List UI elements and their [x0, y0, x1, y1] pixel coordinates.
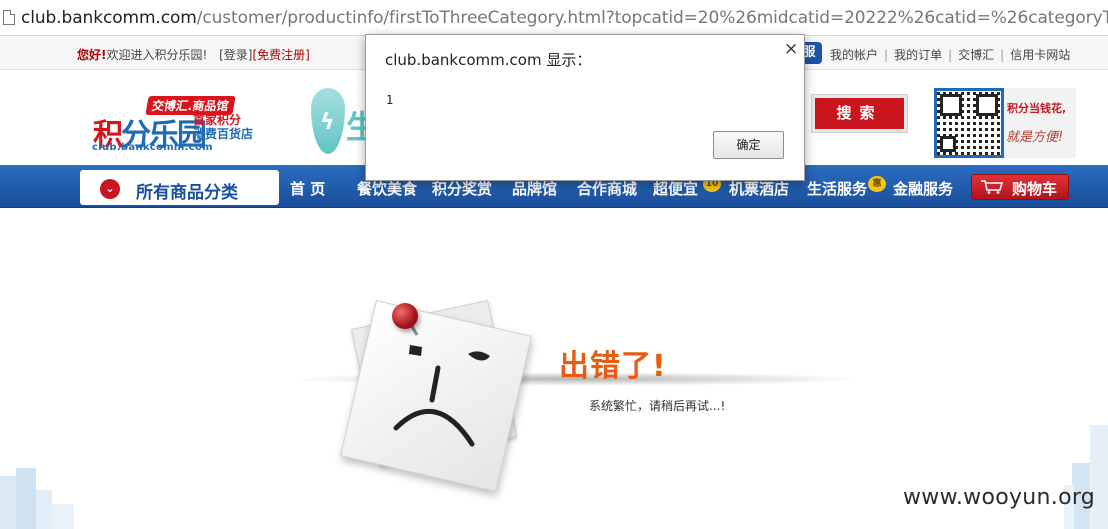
watermark: www.wooyun.org: [903, 485, 1096, 510]
logo-slogan: 首家积分 消费百货店: [193, 113, 254, 141]
divider: |: [1000, 48, 1005, 62]
jiaobohui-link[interactable]: 交博汇: [958, 48, 994, 62]
close-icon[interactable]: ×: [784, 41, 798, 58]
skyline-decoration-left: [0, 468, 74, 529]
my-orders-link[interactable]: 我的订单: [894, 48, 942, 62]
all-categories-label: 所有商品分类: [136, 183, 238, 203]
qr-code-icon: [934, 88, 1004, 158]
ok-button[interactable]: 确定: [713, 131, 784, 159]
error-title: 出错了!: [559, 349, 667, 384]
shopping-cart-icon: [981, 180, 1003, 194]
greeting-text: 欢迎进入积分乐园!: [106, 48, 208, 62]
promo-line-2: 就是方便!: [1006, 130, 1064, 145]
search-button[interactable]: 搜索: [811, 94, 908, 133]
push-pin-icon: [392, 303, 418, 329]
cart-button[interactable]: 购物车: [971, 174, 1069, 200]
register-link[interactable]: [免费注册]: [253, 48, 310, 62]
nav-flights-hotels[interactable]: 机票酒店: [729, 178, 789, 199]
url-path: /customer/productinfo/firstToThreeCatego…: [196, 7, 1108, 28]
nav-brands[interactable]: 品牌馆: [512, 178, 557, 199]
credit-card-site-link[interactable]: 信用卡网站: [1010, 48, 1070, 62]
nav-financial-services[interactable]: 金融服务: [893, 178, 953, 199]
promo-banner[interactable]: 积分当钱花, 就是方便!: [1004, 88, 1076, 158]
my-account-link[interactable]: 我的帐户: [830, 48, 878, 62]
dialog-title: club.bankcomm.com 显示：: [385, 51, 592, 69]
address-bar[interactable]: club.bankcomm.com/customer/productinfo/f…: [0, 0, 1108, 36]
divider: |: [948, 48, 953, 62]
greeting-hi: 您好!: [77, 48, 107, 62]
error-message: 系统繁忙，请稍后再试...!: [589, 399, 726, 413]
nav-dining[interactable]: 餐饮美食: [357, 178, 417, 199]
promo-line-1: 积分当钱花,: [1007, 102, 1067, 115]
logo-domain: club.bankcomm.com: [92, 142, 213, 153]
divider: |: [884, 48, 889, 62]
nav-home[interactable]: 首 页: [290, 178, 325, 199]
greeting: 您好!欢迎进入积分乐园! [登录][免费注册]: [77, 46, 310, 63]
life-services-badge: 惠: [868, 176, 886, 192]
alert-dialog: club.bankcomm.com 显示： × 1 确定: [365, 34, 805, 181]
top-links: 我的帐户 | 我的订单 | 交博汇 | 信用卡网站: [830, 46, 1070, 63]
nav-life-services[interactable]: 生活服务: [807, 178, 867, 199]
skyline-decoration-right: [1064, 425, 1108, 529]
login-link[interactable]: [登录]: [219, 48, 252, 62]
header-banner[interactable]: ϟ 生: [310, 88, 378, 158]
all-categories-button[interactable]: ⌄ 所有商品分类: [80, 170, 279, 205]
dialog-message: 1: [386, 93, 394, 107]
cart-label: 购物车: [1012, 180, 1058, 198]
page-icon: [3, 10, 15, 25]
water-drop-icon: ϟ: [311, 88, 345, 154]
nav-rewards[interactable]: 积分奖赏: [432, 178, 492, 199]
url-host: club.bankcomm.com: [21, 7, 197, 28]
nav-partner-mall[interactable]: 合作商城: [577, 178, 637, 199]
nav-bargains[interactable]: 超便宜: [653, 178, 698, 199]
site-logo[interactable]: 交博汇.商品馆 积分乐园 首家积分 消费百货店 club.bankcomm.com: [91, 96, 291, 156]
chevron-down-icon: ⌄: [100, 179, 120, 199]
sad-face-icon: [393, 345, 490, 447]
url-text[interactable]: club.bankcomm.com/customer/productinfo/f…: [21, 8, 1108, 28]
